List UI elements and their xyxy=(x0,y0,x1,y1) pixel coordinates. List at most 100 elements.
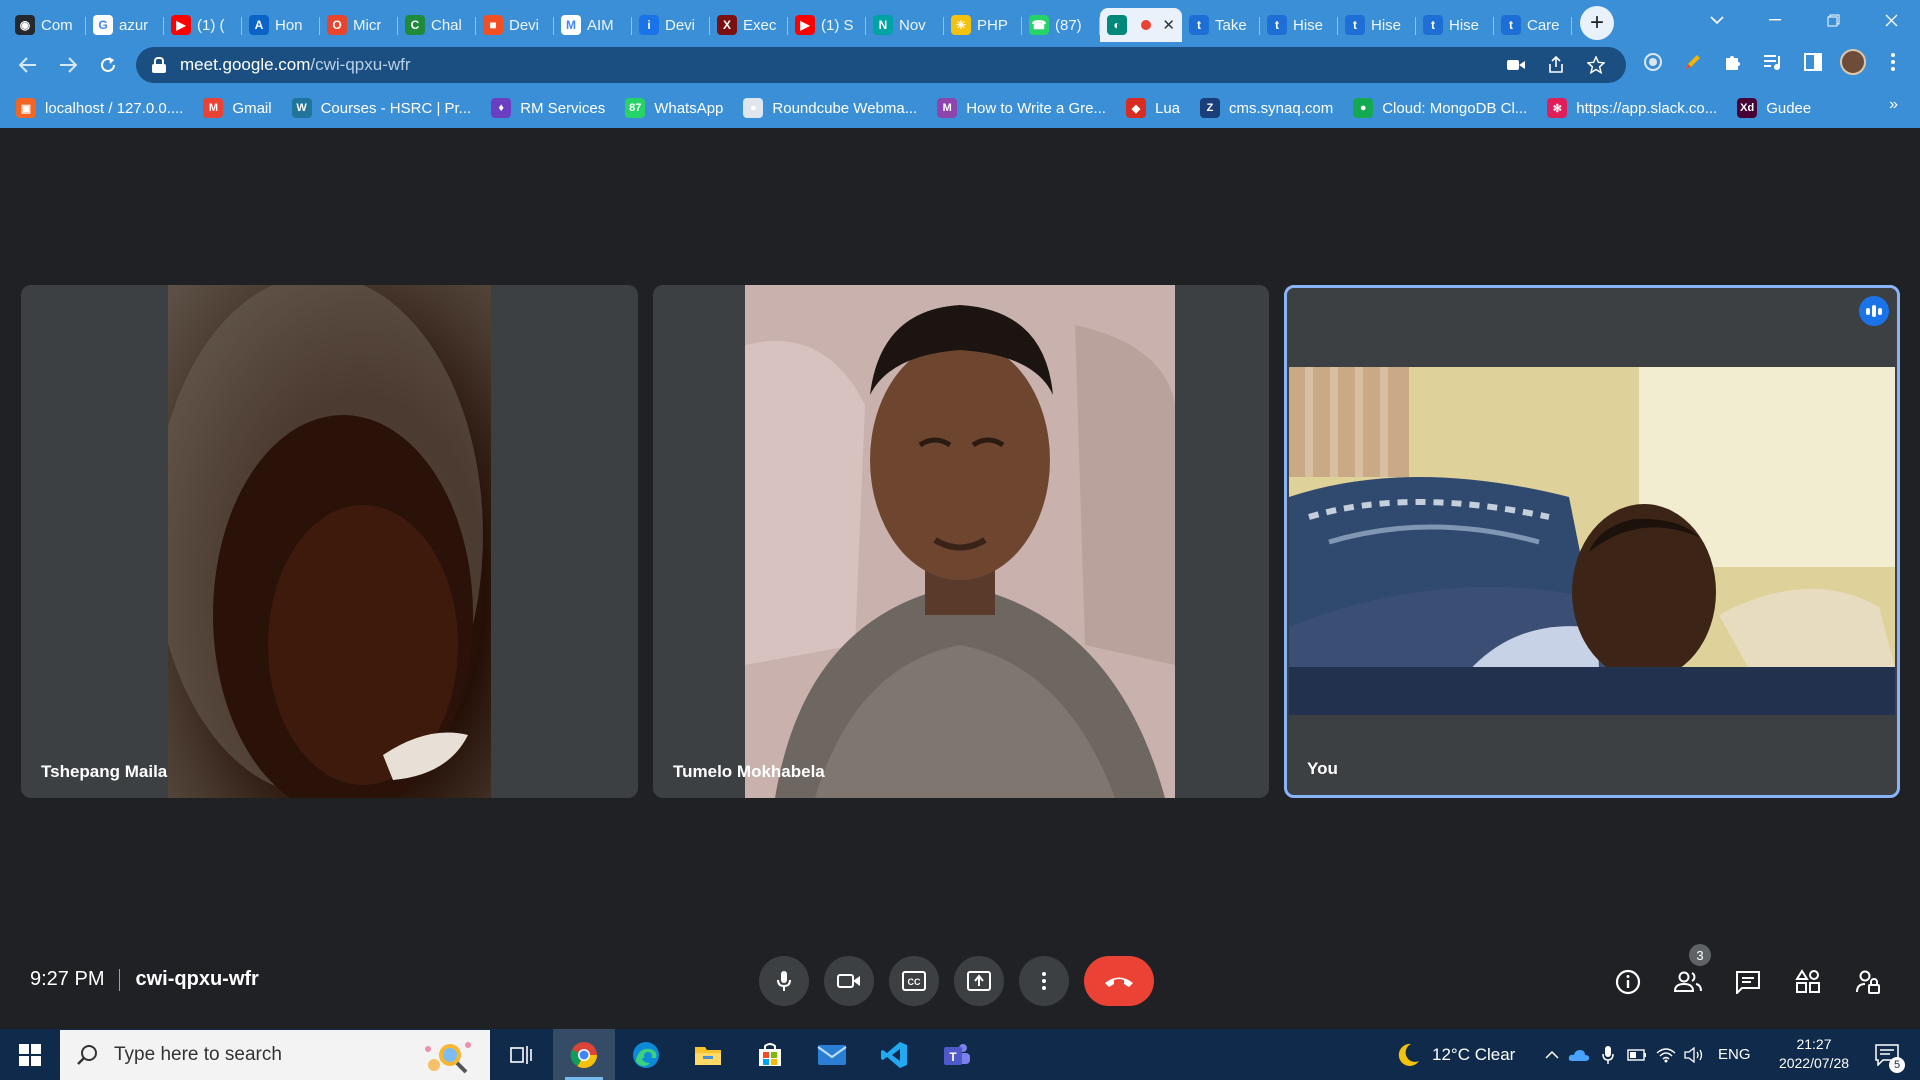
browser-tab[interactable]: Gazur xyxy=(86,8,164,42)
microphone-button[interactable] xyxy=(759,956,809,1006)
participant-tile[interactable]: Tumelo Mokhabela xyxy=(653,285,1269,798)
taskbar-search-box[interactable]: Type here to search xyxy=(60,1030,490,1080)
taskbar-store[interactable] xyxy=(739,1029,801,1080)
camera-in-use-icon[interactable] xyxy=(1506,55,1526,75)
tab-active[interactable]: ◐ ✕ xyxy=(1100,8,1182,42)
bookmark-item[interactable]: M How to Write a Gre... xyxy=(937,98,1106,118)
wifi-icon[interactable] xyxy=(1652,1047,1680,1063)
bookmark-item[interactable]: Xd Gudee xyxy=(1737,98,1811,118)
browser-menu-icon[interactable] xyxy=(1876,45,1910,79)
bookmarks-bar: ▣ localhost / 127.0.0.... M Gmail W Courses -… xyxy=(0,88,1920,128)
close-window-button[interactable] xyxy=(1862,0,1920,40)
camera-button[interactable] xyxy=(824,956,874,1006)
bookmarks-more-button[interactable]: » xyxy=(1889,96,1898,114)
start-button[interactable] xyxy=(0,1029,60,1080)
notification-center-button[interactable]: 5 xyxy=(1866,1029,1908,1080)
media-control-icon[interactable] xyxy=(1756,45,1790,79)
more-options-button[interactable] xyxy=(1019,956,1069,1006)
bookmark-star-icon[interactable] xyxy=(1586,55,1606,75)
browser-tab[interactable]: O Micr xyxy=(320,8,398,42)
side-panel-icon[interactable] xyxy=(1796,45,1830,79)
url-host: meet.google.com xyxy=(180,55,311,74)
browser-tab[interactable]: t Hise xyxy=(1416,8,1494,42)
volume-icon[interactable] xyxy=(1680,1046,1708,1063)
browser-tab[interactable]: t Care xyxy=(1494,8,1572,42)
share-icon[interactable] xyxy=(1546,55,1566,75)
browser-tab[interactable]: ☎ (87) xyxy=(1022,8,1100,42)
system-clock[interactable]: 21:27 2022/07/28 xyxy=(1764,1035,1864,1073)
close-tab-icon[interactable]: ✕ xyxy=(1162,16,1175,34)
chrome-icon xyxy=(570,1041,598,1068)
show-hidden-icons[interactable] xyxy=(1540,1050,1564,1059)
address-bar[interactable]: meet.google.com/cwi-qpxu-wfr xyxy=(136,47,1626,83)
onedrive-icon[interactable] xyxy=(1564,1048,1594,1062)
browser-tab[interactable]: ▶ (1) ( xyxy=(164,8,242,42)
browser-tab[interactable]: X Exec xyxy=(710,8,788,42)
folder-icon xyxy=(695,1046,721,1065)
reload-button[interactable] xyxy=(88,45,128,85)
browser-tab[interactable]: ◉ Com xyxy=(8,8,86,42)
browser-tab[interactable]: t Take xyxy=(1182,8,1260,42)
people-button[interactable] xyxy=(1668,962,1708,1002)
bookmark-item[interactable]: ● Roundcube Webma... xyxy=(743,98,917,118)
bookmark-item[interactable]: ● Cloud: MongoDB Cl... xyxy=(1353,98,1527,118)
tab-search-button[interactable] xyxy=(1688,0,1746,40)
activities-button[interactable] xyxy=(1788,962,1828,1002)
taskbar-vscode[interactable] xyxy=(863,1029,925,1080)
weather-widget[interactable]: 12°C Clear xyxy=(1394,1029,1515,1080)
extension-pen-icon[interactable] xyxy=(1676,45,1710,79)
battery-icon[interactable] xyxy=(1622,1048,1652,1061)
taskbar-teams[interactable]: T xyxy=(925,1029,987,1080)
language-indicator[interactable]: ENG xyxy=(1718,1046,1751,1063)
browser-tab[interactable]: ■ Devi xyxy=(476,8,554,42)
profile-avatar[interactable] xyxy=(1836,45,1870,79)
bookmark-label: Courses - HSRC | Pr... xyxy=(320,99,472,117)
chat-button[interactable] xyxy=(1728,962,1768,1002)
browser-tab[interactable]: ▶ (1) S xyxy=(788,8,866,42)
present-screen-button[interactable] xyxy=(954,956,1004,1006)
taskbar-mail[interactable] xyxy=(801,1029,863,1080)
n-icon: N xyxy=(873,15,893,35)
task-view-button[interactable] xyxy=(490,1029,552,1080)
extension-lens-icon[interactable] xyxy=(1636,45,1670,79)
captions-button[interactable]: CC xyxy=(889,956,939,1006)
mic-in-use-icon[interactable] xyxy=(1594,1045,1622,1065)
browser-tab[interactable]: C Chal xyxy=(398,8,476,42)
meeting-info-button[interactable] xyxy=(1608,962,1648,1002)
browser-tab[interactable]: i Devi xyxy=(632,8,710,42)
whatsapp-icon: ☎ xyxy=(1029,15,1049,35)
svg-text:CC: CC xyxy=(908,977,921,987)
host-controls-button[interactable] xyxy=(1848,962,1888,1002)
minimize-button[interactable] xyxy=(1746,0,1804,40)
bookmark-item[interactable]: 87 WhatsApp xyxy=(625,98,723,118)
taskbar-chrome[interactable] xyxy=(553,1029,615,1080)
bookmark-item[interactable]: W Courses - HSRC | Pr... xyxy=(291,98,472,118)
windows-taskbar: Type here to search T 12°C Clear ENG 21:… xyxy=(0,1029,1920,1080)
browser-tab[interactable]: M AIM xyxy=(554,8,632,42)
bookmark-item[interactable]: Zcms.synaq.com xyxy=(1200,98,1333,118)
bookmark-label: RM Services xyxy=(520,99,606,117)
weather-text: 12°C Clear xyxy=(1432,1044,1516,1064)
browser-tab[interactable]: t Hise xyxy=(1338,8,1416,42)
taskbar-edge[interactable] xyxy=(615,1029,677,1080)
forward-button[interactable] xyxy=(48,45,88,85)
browser-tab[interactable]: t Hise xyxy=(1260,8,1338,42)
tumblr-icon: t xyxy=(1267,15,1287,35)
extensions-puzzle-icon[interactable] xyxy=(1716,45,1750,79)
z-icon: Z xyxy=(1200,98,1221,118)
leave-call-button[interactable] xyxy=(1084,956,1154,1006)
browser-tab[interactable]: N Nov xyxy=(866,8,944,42)
bookmark-item[interactable]: ♦ RM Services xyxy=(491,98,605,118)
participant-tile[interactable]: Tshepang Maila xyxy=(21,285,638,798)
browser-tab[interactable]: A Hon xyxy=(242,8,320,42)
bookmark-item[interactable]: ▣ localhost / 127.0.0.... xyxy=(16,98,183,118)
back-button[interactable] xyxy=(8,45,48,85)
bookmark-item[interactable]: ◆ Lua xyxy=(1125,98,1180,118)
bookmark-item[interactable]: M Gmail xyxy=(203,98,272,118)
browser-tab[interactable]: ☀ PHP xyxy=(944,8,1022,42)
restore-button[interactable] xyxy=(1804,0,1862,40)
new-tab-button[interactable]: + xyxy=(1580,6,1614,40)
taskbar-file-explorer[interactable] xyxy=(677,1029,739,1080)
bookmark-item[interactable]: ✻ https://app.slack.co... xyxy=(1547,98,1717,118)
self-view-tile[interactable]: You xyxy=(1284,285,1900,798)
